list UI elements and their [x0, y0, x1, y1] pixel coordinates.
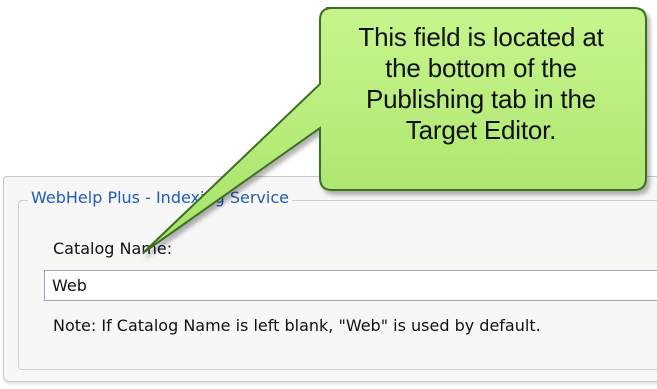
callout-line: the bottom of the: [385, 53, 577, 83]
callout-text: This field is located at the bottom of t…: [316, 22, 646, 146]
screenshot-stage: WebHelp Plus - Indexing Service Catalog …: [0, 0, 657, 389]
callout-line: This field is located at: [358, 22, 604, 52]
callout-line: Publishing tab in the: [366, 84, 596, 114]
callout-line: Target Editor.: [405, 115, 557, 145]
